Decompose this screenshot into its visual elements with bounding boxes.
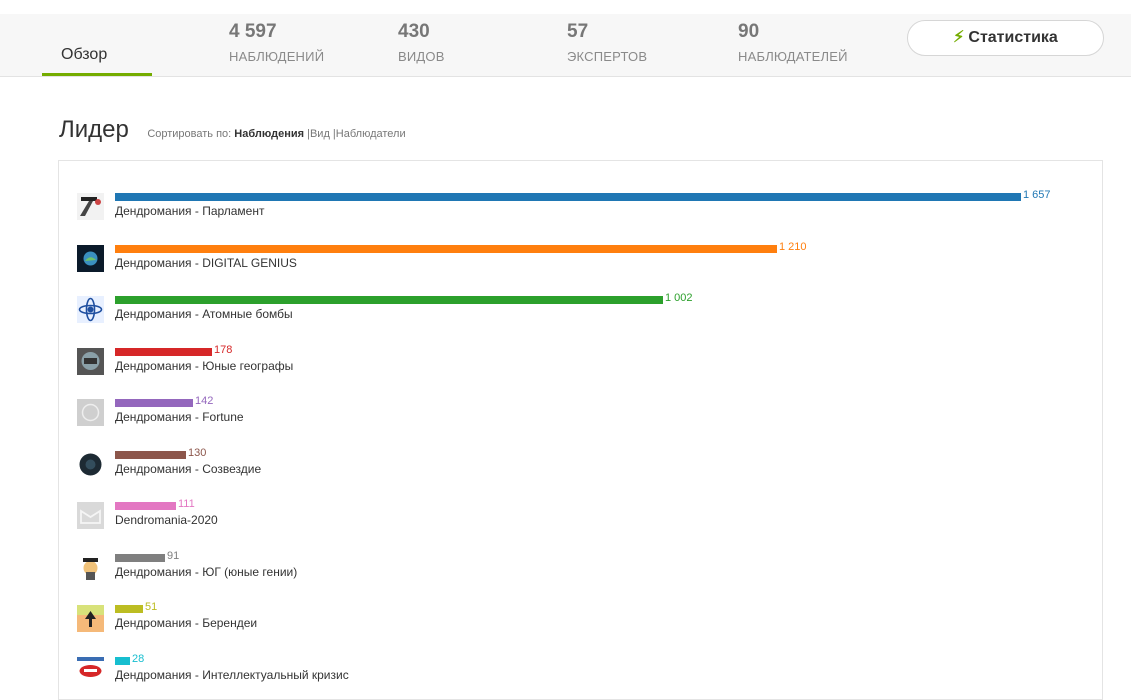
bar-value-label: 142 — [195, 395, 214, 407]
observers-count: 90 — [738, 21, 760, 42]
chart-row: 142 Дендромания - Fortune — [59, 395, 1104, 439]
tab-overview[interactable]: Обзор — [42, 14, 152, 76]
chart-row: 111 Dendromania-2020 — [59, 498, 1104, 542]
sort-option-observations[interactable]: Наблюдения — [234, 128, 304, 140]
observations-count: 4 597 — [229, 21, 277, 42]
chart-row: 28 Дендромания - Интеллектуальный кризис — [59, 653, 1104, 697]
statistics-button[interactable]: ⚡︎ Статистика — [907, 20, 1104, 56]
category-label[interactable]: Дендромания - Берендеи — [115, 616, 257, 630]
category-label[interactable]: Дендромания - Созвездие — [115, 462, 261, 476]
sort-controls: Сортировать по: Наблюдения |Вид |Наблюда… — [147, 128, 405, 140]
bar-value-label: 111 — [178, 498, 195, 510]
experts-count: 57 — [567, 21, 589, 42]
bar[interactable] — [115, 245, 777, 253]
bar[interactable] — [115, 348, 212, 356]
chart-row: 51 Дендромания - Берендеи — [59, 601, 1104, 645]
bar[interactable] — [115, 296, 663, 304]
chart-row: 1 210 Дендромания - DIGITAL GENIUS — [59, 241, 1104, 285]
statistics-button-label: Статистика — [968, 29, 1058, 46]
bar[interactable] — [115, 193, 1021, 201]
bar[interactable] — [115, 399, 193, 407]
category-label[interactable]: Дендромания - Юные географы — [115, 359, 293, 373]
category-label[interactable]: Dendromania-2020 — [115, 513, 218, 527]
bar[interactable] — [115, 502, 176, 510]
bar[interactable] — [115, 605, 143, 613]
berendei-avatar-icon — [77, 605, 104, 632]
leaderboard-heading: Лидер Сортировать по: Наблюдения |Вид |Н… — [59, 116, 406, 144]
category-label[interactable]: Дендромания - Интеллектуальный кризис — [115, 668, 349, 682]
sort-options-other[interactable]: |Вид |Наблюдатели — [307, 128, 406, 140]
bar[interactable] — [115, 554, 165, 562]
species-count: 430 — [398, 21, 430, 42]
fortune-avatar-icon — [77, 399, 104, 426]
category-label[interactable]: Дендромания - DIGITAL GENIUS — [115, 256, 297, 270]
parliament-avatar-icon — [77, 193, 104, 220]
category-label[interactable]: Дендромания - Fortune — [115, 410, 244, 424]
species-label: ВИДОВ — [398, 49, 445, 64]
tab-overview-label: Обзор — [61, 46, 108, 63]
constellation-avatar-icon — [77, 451, 104, 478]
bar-value-label: 178 — [214, 344, 233, 356]
chart-row: 130 Дендромания - Созвездие — [59, 447, 1104, 491]
young-geniuses-avatar-icon — [77, 554, 104, 581]
leaderboard-title: Лидер — [59, 116, 129, 143]
bar-value-label: 51 — [145, 601, 158, 613]
young-geographers-avatar-icon — [77, 348, 104, 375]
bar-value-label: 28 — [132, 653, 145, 665]
dendromania-2020-avatar-icon — [77, 502, 104, 529]
atom-avatar-icon — [77, 296, 104, 323]
bar-value-label: 1 657 — [1023, 189, 1051, 201]
observations-label: НАБЛЮДЕНИЙ — [229, 49, 325, 64]
chart-row: 1 002 Дендромания - Атомные бомбы — [59, 292, 1104, 336]
bar-value-label: 130 — [188, 447, 207, 459]
category-label[interactable]: Дендромания - Парламент — [115, 204, 264, 218]
intellectual-crisis-avatar-icon — [77, 657, 104, 684]
bar-value-label: 1 002 — [665, 292, 693, 304]
experts-label: ЭКСПЕРТОВ — [567, 49, 648, 64]
category-label[interactable]: Дендромания - Атомные бомбы — [115, 307, 293, 321]
digital-genius-avatar-icon — [77, 245, 104, 272]
sort-prefix: Сортировать по: — [147, 128, 232, 140]
chart-row: 91 Дендромания - ЮГ (юные гении) — [59, 550, 1104, 594]
bar[interactable] — [115, 451, 186, 459]
stats-bar: Обзор 4 597 НАБЛЮДЕНИЙ 430 ВИДОВ 57 ЭКСП… — [0, 14, 1131, 77]
observers-label: НАБЛЮДАТЕЛЕЙ — [738, 49, 848, 64]
chart-row: 178 Дендромания - Юные географы — [59, 344, 1104, 388]
bar-value-label: 91 — [167, 550, 180, 562]
bar[interactable] — [115, 657, 130, 665]
leaderboard-chart: 1 657 Дендромания - Парламент 1 210 Дендром… — [58, 160, 1103, 700]
chart-row: 1 657 Дендромания - Парламент — [59, 189, 1104, 233]
bar-value-label: 1 210 — [779, 241, 807, 253]
category-label[interactable]: Дендромания - ЮГ (юные гении) — [115, 565, 297, 579]
lightning-icon: ⚡︎ — [953, 29, 965, 46]
